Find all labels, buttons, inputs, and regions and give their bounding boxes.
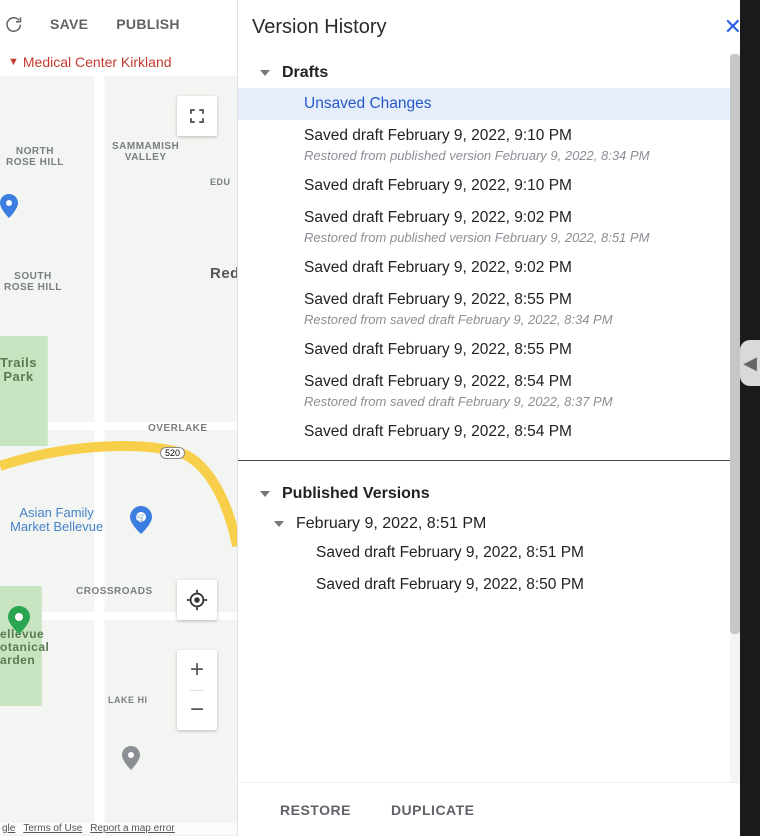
toolbar: SAVE PUBLISH xyxy=(0,0,237,48)
version-entry[interactable]: Saved draft February 9, 2022, 9:10 PMRes… xyxy=(238,120,760,170)
drafts-section-header[interactable]: Drafts xyxy=(238,58,760,88)
version-entry[interactable]: Unsaved Changes xyxy=(238,88,760,120)
scrollbar-thumb[interactable] xyxy=(730,54,740,634)
map-footer-link[interactable]: gle xyxy=(2,823,15,834)
fullscreen-button[interactable] xyxy=(177,96,217,136)
caret-down-icon xyxy=(260,70,270,76)
version-entry-note: Restored from published version February… xyxy=(304,145,752,163)
published-group-label: February 9, 2022, 8:51 PM xyxy=(296,515,486,533)
panel-header: Version History ✕ xyxy=(238,0,760,54)
zoom-in-button[interactable]: + xyxy=(190,650,204,691)
drawer-handle-icon[interactable]: ◀ xyxy=(740,340,760,386)
panel-body[interactable]: DraftsUnsaved ChangesSaved draft Februar… xyxy=(238,54,760,782)
published-group-header[interactable]: February 9, 2022, 8:51 PM xyxy=(238,509,760,537)
version-entry[interactable]: Saved draft February 9, 2022, 9:02 PM xyxy=(238,252,760,284)
version-entry[interactable]: Saved draft February 9, 2022, 9:10 PM xyxy=(238,170,760,202)
map[interactable]: NORTHROSE HILL SAMMAMISHVALLEY EDU Redm … xyxy=(0,76,237,836)
window-edge: ◀ xyxy=(740,0,760,836)
version-entry[interactable]: Saved draft February 9, 2022, 8:54 PMRes… xyxy=(238,366,760,416)
map-footer-link[interactable]: Report a map error xyxy=(90,823,174,834)
save-button[interactable]: SAVE xyxy=(50,16,88,32)
caret-down-icon: ▼ xyxy=(8,56,19,68)
panel-title: Version History xyxy=(252,16,387,39)
published-section-label: Published Versions xyxy=(282,485,430,503)
map-pin-icon[interactable] xyxy=(8,606,30,639)
drafts-section-label: Drafts xyxy=(282,64,328,82)
svg-text:🛒: 🛒 xyxy=(136,512,146,522)
publish-button[interactable]: PUBLISH xyxy=(116,16,180,32)
redo-icon[interactable] xyxy=(4,15,22,33)
panel-footer: RESTORE DUPLICATE xyxy=(238,782,760,836)
version-entry-note: Restored from saved draft February 9, 20… xyxy=(304,391,752,409)
map-footer-link[interactable]: Terms of Use xyxy=(23,823,82,834)
version-entry[interactable]: Saved draft February 9, 2022, 9:02 PMRes… xyxy=(238,202,760,252)
restore-button[interactable]: RESTORE xyxy=(280,802,351,818)
version-entry[interactable]: Saved draft February 9, 2022, 8:50 PM xyxy=(238,569,760,601)
published-section-header[interactable]: Published Versions xyxy=(238,479,760,509)
place-name: Medical Center Kirkland xyxy=(23,54,172,70)
section-divider xyxy=(238,460,760,461)
zoom-controls: + − xyxy=(177,650,217,730)
map-pin-icon[interactable] xyxy=(0,194,18,223)
duplicate-button[interactable]: DUPLICATE xyxy=(391,802,475,818)
locate-button[interactable] xyxy=(177,580,217,620)
map-pin-icon[interactable]: 🛒 xyxy=(130,506,152,539)
version-entry[interactable]: Saved draft February 9, 2022, 8:55 PM xyxy=(238,334,760,366)
map-pin-icon[interactable] xyxy=(122,746,140,775)
version-entry-note: Restored from published version February… xyxy=(304,227,752,245)
version-entry[interactable]: Saved draft February 9, 2022, 8:55 PMRes… xyxy=(238,284,760,334)
highway-shield: 520 xyxy=(160,447,185,459)
caret-down-icon xyxy=(274,521,284,527)
caret-down-icon xyxy=(260,491,270,497)
version-entry[interactable]: Saved draft February 9, 2022, 8:51 PM xyxy=(238,537,760,569)
version-entry-note: Restored from saved draft February 9, 20… xyxy=(304,309,752,327)
place-header[interactable]: ▼ Medical Center Kirkland xyxy=(0,48,237,76)
version-entry[interactable]: Saved draft February 9, 2022, 8:54 PM xyxy=(238,416,760,448)
version-history-panel: Version History ✕ DraftsUnsaved ChangesS… xyxy=(238,0,760,836)
map-footer: gle Terms of Use Report a map error xyxy=(0,823,237,834)
zoom-out-button[interactable]: − xyxy=(190,691,204,731)
